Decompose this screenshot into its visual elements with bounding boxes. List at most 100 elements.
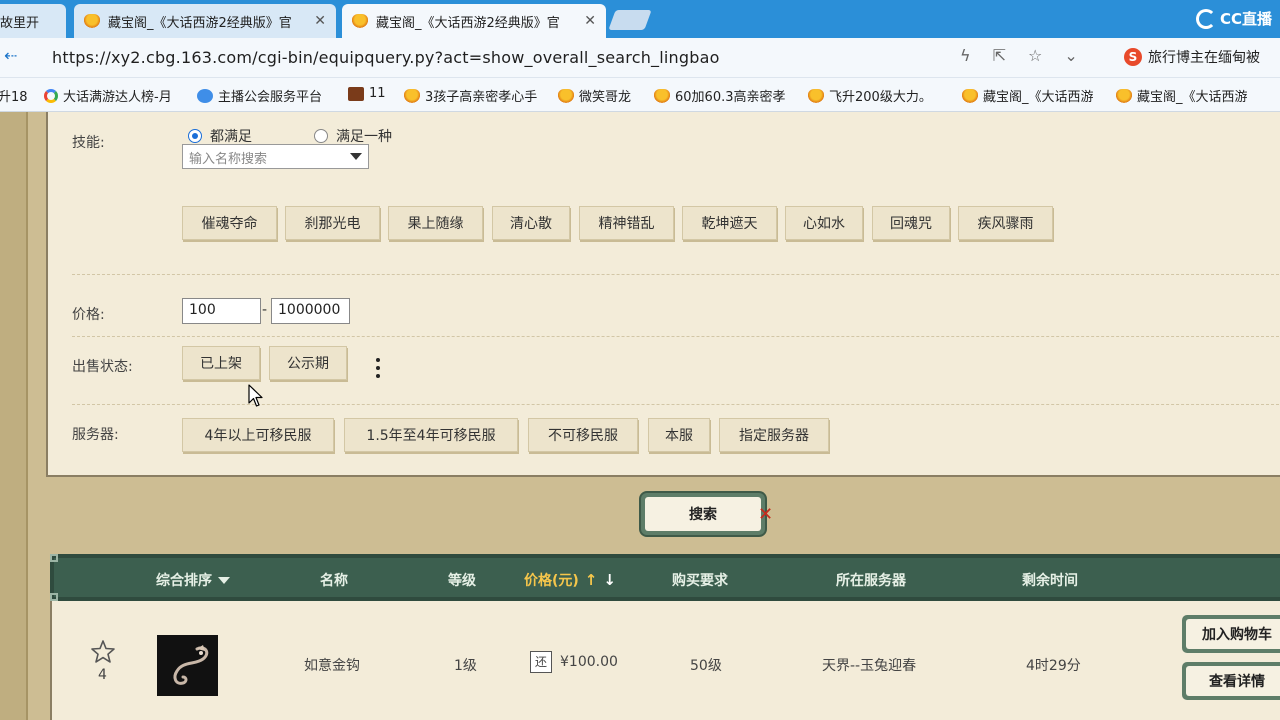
sort-label: 综合排序 [156, 573, 212, 589]
bargain-tag: 还 [530, 651, 552, 673]
more-options-icon[interactable] [376, 358, 380, 382]
server-option-button[interactable]: 指定服务器 [719, 418, 829, 452]
bookmarks-bar: 升18 大话满游达人榜-月 主播公会服务平台 11 3孩子高亲密孝心手 微笑哥龙… [0, 78, 1280, 112]
price-column-header[interactable]: 价格(元) ↑ ↓ [524, 570, 616, 590]
bookmark-item[interactable]: 藏宝阁_《大话西游 [962, 86, 1102, 105]
star-outline-icon [91, 640, 115, 663]
cc-live-logo: CC直播 [1195, 8, 1272, 29]
bookmark-item[interactable]: 飞升200级大力。 [808, 86, 948, 105]
price-value: ¥100.00 [560, 654, 618, 670]
mouse-cursor-icon [248, 384, 263, 407]
server-option-button[interactable]: 不可移民服 [528, 418, 638, 452]
server-option-button[interactable]: 本服 [648, 418, 710, 452]
chevron-down-icon[interactable]: ⌄ [1064, 46, 1077, 65]
status-public-period-button[interactable]: 公示期 [269, 346, 347, 380]
browser-tab-bar: 故里开 藏宝阁_《大话西游2经典版》官 ✕ 藏宝阁_《大话西游2经典版》官 ✕ … [0, 0, 1280, 38]
dropdown-arrow-icon [350, 153, 362, 160]
skill-search-select[interactable]: 输入名称搜索 [182, 144, 369, 169]
item-price: 还 ¥100.00 [530, 651, 618, 673]
cbg-icon [1116, 88, 1132, 103]
skill-label: 技能: [72, 135, 105, 151]
price-header-label: 价格(元) [524, 573, 579, 589]
server-option-button[interactable]: 4年以上可移民服 [182, 418, 334, 452]
skill-button[interactable]: 精神错乱 [579, 206, 674, 240]
skill-button[interactable]: 刹那光电 [285, 206, 380, 240]
tab-title: 藏宝阁_《大话西游2经典版》官 [376, 15, 560, 31]
price-min-input[interactable]: 100 [182, 298, 261, 324]
bookmark-item[interactable]: 升18 [0, 86, 30, 105]
caret-down-icon [218, 576, 230, 584]
bookmark-item[interactable]: 60加60.3高亲密孝 [654, 86, 794, 105]
lightning-icon[interactable]: ϟ [960, 46, 971, 65]
item-remaining-time: 4时29分 [1026, 658, 1081, 674]
bookmark-star-icon[interactable]: ☆ [1028, 46, 1042, 65]
back-arrow-icon[interactable]: ⇠ [4, 46, 17, 65]
skill-button[interactable]: 疾风骤雨 [958, 206, 1053, 240]
cbg-favicon-icon [84, 14, 100, 28]
radio-dot [314, 129, 328, 143]
search-engine-box[interactable]: S 旅行博主在缅甸被 [1124, 47, 1260, 67]
cbg-icon [654, 88, 670, 103]
skill-button[interactable]: 催魂夺命 [182, 206, 277, 240]
address-bar-actions: ϟ ⇱ ☆ ⌄ [960, 46, 1078, 65]
bookmark-label: 升18 [0, 90, 28, 105]
server-option-button[interactable]: 1.5年至4年可移民服 [344, 418, 518, 452]
share-icon[interactable]: ⇱ [993, 46, 1006, 65]
bookmark-item[interactable]: 3孩子高亲密孝心手 [404, 86, 544, 105]
bookmark-label: 主播公会服务平台 [218, 90, 323, 105]
browser-tab-active[interactable]: 藏宝阁_《大话西游2经典版》官 ✕ [342, 4, 606, 38]
divider [72, 274, 1280, 275]
view-details-label: 查看详情 [1186, 666, 1280, 696]
sale-status-label: 出售状态: [72, 359, 133, 375]
new-tab-button[interactable] [608, 10, 652, 30]
browser-tab[interactable]: 故里开 [0, 4, 66, 38]
radio-any-match[interactable]: 满足一种 [314, 126, 392, 146]
remaining-time-column-header: 剩余时间 [1022, 573, 1078, 589]
bookmark-item[interactable]: 主播公会服务平台 [197, 86, 337, 105]
skill-button[interactable]: 回魂咒 [872, 206, 950, 240]
sort-asc-arrow-icon[interactable]: ↑ [585, 571, 598, 589]
corner-ornament [50, 554, 58, 562]
bookmark-label: 11 [369, 86, 386, 101]
baidu-icon [197, 88, 213, 103]
item-name[interactable]: 如意金钩 [304, 655, 360, 675]
skill-button[interactable]: 清心散 [492, 206, 570, 240]
tab-title: 故里开 [0, 15, 40, 31]
bookmark-item[interactable]: 藏宝阁_《大话西游 [1116, 86, 1256, 105]
url-field[interactable]: https://xy2.cbg.163.com/cgi-bin/equipque… [52, 48, 720, 67]
cbg-icon [808, 88, 824, 103]
status-listed-button[interactable]: 已上架 [182, 346, 260, 380]
browser-tab[interactable]: 藏宝阁_《大话西游2经典版》官 ✕ [74, 4, 336, 38]
cc-logo-icon [1195, 8, 1216, 29]
sort-desc-arrow-icon[interactable]: ↓ [603, 571, 616, 589]
close-tab-icon[interactable]: ✕ [314, 13, 326, 29]
skill-button[interactable]: 乾坤遮天 [682, 206, 777, 240]
bookmark-label: 大话满游达人榜-月 [63, 90, 172, 105]
bookmark-item[interactable]: 微笑哥龙 [558, 86, 642, 105]
price-max-input[interactable]: 1000000 [271, 298, 350, 324]
filter-panel: 技能: 都满足 满足一种 输入名称搜索 催魂夺命 刹那光电 果上随缘 清心散 精… [46, 112, 1280, 477]
search-button[interactable]: 搜索 [641, 493, 765, 535]
skill-button[interactable]: 果上随缘 [388, 206, 483, 240]
sort-column-header[interactable]: 综合排序 [156, 570, 230, 590]
bookmark-label: 微笑哥龙 [579, 90, 632, 105]
clear-filters-icon[interactable]: ✕ [758, 504, 773, 525]
price-range-dash: - [262, 302, 268, 318]
view-details-button[interactable]: 查看详情 [1182, 662, 1280, 700]
bookmark-item[interactable]: 大话满游达人榜-月 [44, 86, 182, 105]
cbg-favicon-icon [352, 14, 368, 28]
add-to-cart-button[interactable]: 加入购物车 [1182, 615, 1280, 653]
close-tab-icon[interactable]: ✕ [584, 13, 596, 29]
google-icon [44, 88, 58, 103]
cbg-icon [962, 88, 978, 103]
level-column-header: 等级 [448, 573, 476, 589]
item-thumbnail[interactable] [157, 635, 218, 696]
skill-button[interactable]: 心如水 [785, 206, 863, 240]
bookmark-label: 藏宝阁_《大话西游 [1137, 90, 1248, 105]
radio-all-match[interactable]: 都满足 [188, 126, 252, 146]
bookmark-item[interactable]: 11 [348, 86, 392, 101]
favorite-toggle[interactable]: 4 [90, 639, 116, 683]
item-server: 天界--玉兔迎春 [822, 658, 917, 674]
search-button-label: 搜索 [645, 497, 761, 531]
game-icon [348, 86, 364, 101]
